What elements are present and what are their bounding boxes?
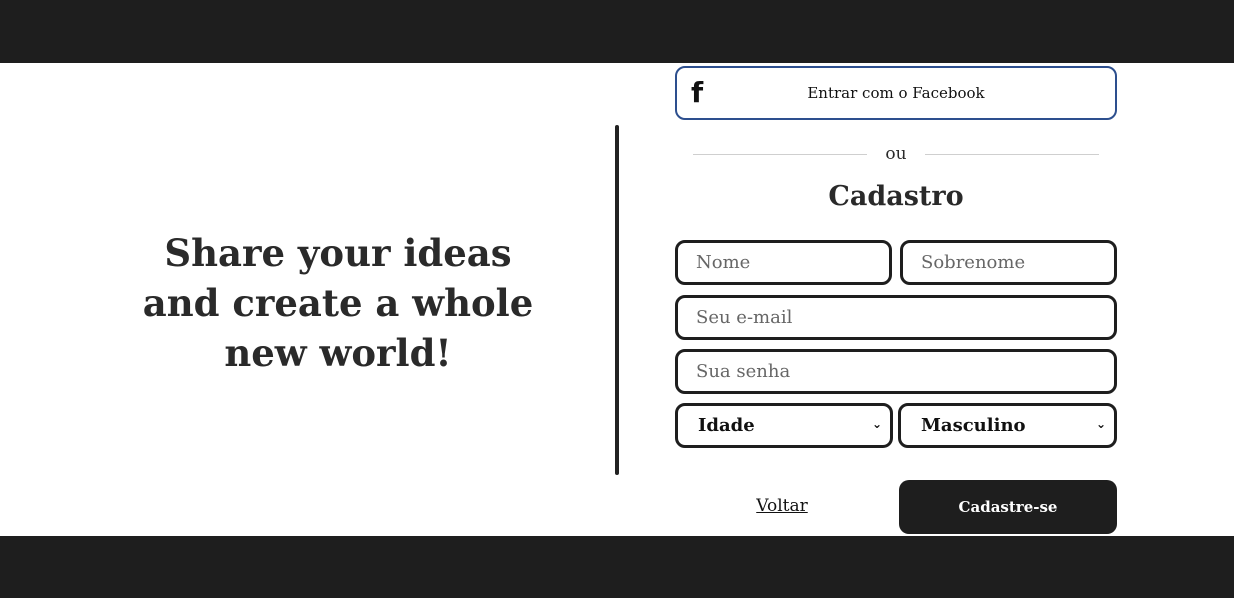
- facebook-login-label: Entrar com o Facebook: [807, 84, 985, 102]
- facebook-login-button[interactable]: f Entrar com o Facebook: [675, 66, 1117, 120]
- chevron-down-icon: ⌄: [1096, 417, 1107, 431]
- age-select-value: Idade: [698, 415, 755, 436]
- gender-select[interactable]: Masculino ⌄: [898, 403, 1117, 448]
- form-title: Cadastro: [828, 181, 964, 212]
- signup-button[interactable]: Cadastre-se: [899, 480, 1117, 534]
- facebook-icon: f: [691, 76, 704, 109]
- or-separator: ou: [693, 141, 1099, 169]
- password-input[interactable]: [675, 349, 1117, 394]
- chevron-down-icon: ⌄: [872, 417, 883, 431]
- first-name-input[interactable]: [675, 240, 892, 285]
- bottom-bar: [0, 536, 1234, 598]
- vertical-divider: [615, 125, 619, 475]
- email-input[interactable]: [675, 295, 1117, 340]
- hero-tagline: Share your ideas and create a whole new …: [142, 231, 534, 375]
- age-select[interactable]: Idade ⌄: [675, 403, 893, 448]
- signup-page: Share your ideas and create a whole new …: [0, 63, 1234, 536]
- last-name-input[interactable]: [900, 240, 1117, 285]
- top-bar: [0, 0, 1234, 63]
- back-link[interactable]: Voltar: [742, 496, 822, 516]
- gender-select-value: Masculino: [921, 415, 1026, 436]
- separator-line-right: [925, 154, 1099, 155]
